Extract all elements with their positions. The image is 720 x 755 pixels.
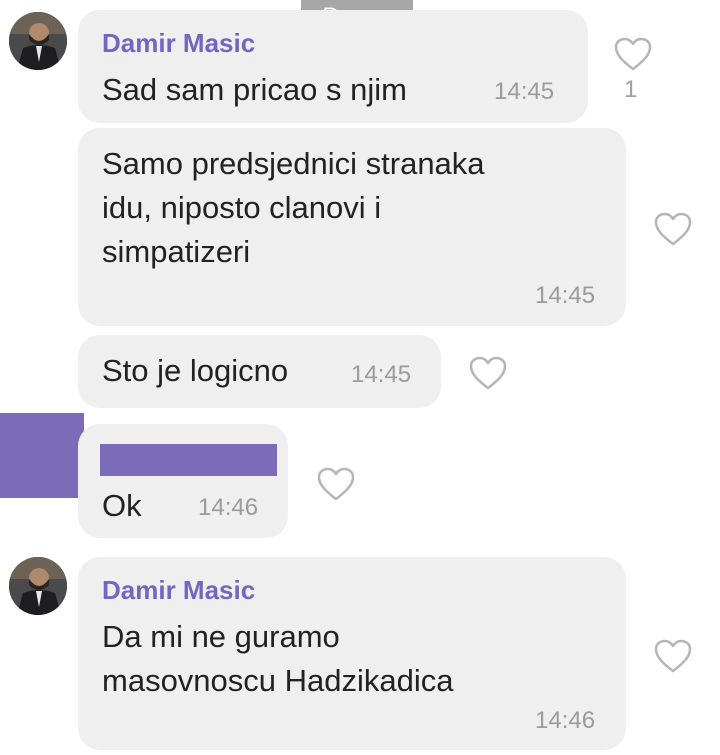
message-text-line: Samo predsjednici stranaka: [102, 146, 485, 181]
message-bubble[interactable]: Sto je logicno 14:45: [78, 335, 441, 408]
message-time: 14:45: [535, 282, 596, 309]
message-bubble[interactable]: Samo predsjednici stranaka idu, niposto …: [78, 128, 626, 326]
message-text-line: Da mi ne guramo: [102, 619, 340, 654]
message-time: 14:46: [198, 494, 259, 521]
sender-name[interactable]: Damir Masic: [102, 575, 255, 606]
message-bubble[interactable]: Damir Masic Da mi ne guramo masovnoscu H…: [78, 557, 626, 750]
message-text: Ok: [102, 488, 142, 523]
message-bubble[interactable]: Damir Masic Sad sam pricao s njim 14:45: [78, 10, 588, 123]
message-text-line: simpatizeri: [102, 234, 251, 269]
like-heart-icon[interactable]: [653, 638, 693, 674]
message-time: 14:45: [351, 361, 412, 388]
like-heart-icon[interactable]: [653, 211, 693, 247]
sender-name[interactable]: Damir Masic: [102, 28, 255, 59]
message-text-line: masovnoscu Hadzikadica: [102, 663, 454, 698]
sender-avatar[interactable]: [9, 557, 67, 615]
message-bubble[interactable]: Ok 14:46: [78, 424, 288, 538]
sender-avatar[interactable]: [9, 12, 67, 70]
message-text-line: idu, niposto clanovi i: [102, 190, 382, 225]
redacted-avatar: [0, 413, 84, 498]
like-heart-icon[interactable]: [468, 355, 508, 391]
redacted-sender-name: [100, 444, 277, 476]
avatar-photo: [9, 557, 67, 615]
message-text: Sto je logicno: [102, 353, 289, 388]
like-heart-icon[interactable]: [613, 36, 653, 72]
message-text: Sad sam pricao s njim: [102, 72, 407, 107]
like-heart-icon[interactable]: [316, 466, 356, 502]
avatar-photo: [9, 12, 67, 70]
message-time: 14:46: [535, 707, 596, 734]
message-time: 14:45: [494, 78, 555, 105]
like-count: 1: [624, 76, 638, 103]
